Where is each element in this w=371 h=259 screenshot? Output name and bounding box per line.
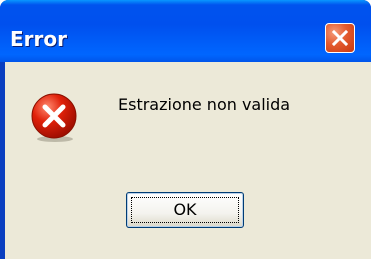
close-icon — [331, 29, 349, 47]
ok-button-label: OK — [173, 200, 197, 219]
dialog-body: Estrazione non valida OK — [5, 62, 371, 259]
close-button[interactable] — [325, 23, 355, 53]
error-icon — [31, 93, 77, 142]
error-dialog-window: Error Estrazione non valida OK — [0, 0, 371, 259]
ok-button[interactable]: OK — [126, 192, 244, 228]
error-message: Estrazione non valida — [118, 95, 291, 114]
title-bar[interactable]: Error — [0, 0, 371, 62]
window-title: Error — [10, 27, 67, 51]
